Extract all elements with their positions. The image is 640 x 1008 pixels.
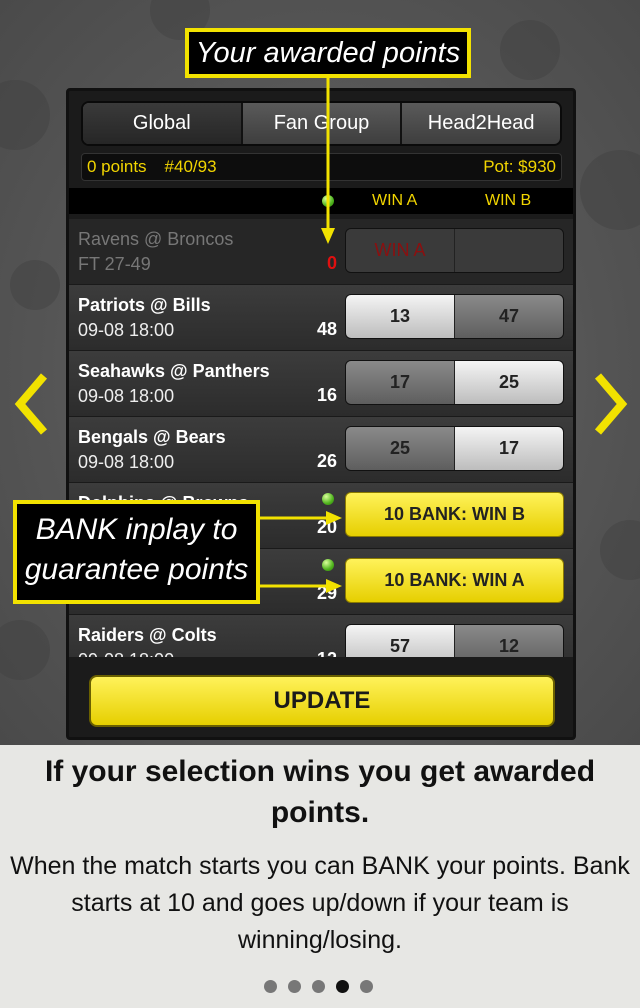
callout-arrows (260, 78, 342, 593)
callout-line: BANK inplay to (35, 513, 238, 546)
caption-body: When the match starts you can BANK your … (10, 852, 630, 954)
callout-awarded-points: Your awarded points (185, 28, 471, 78)
page-dot[interactable] (312, 980, 325, 993)
caption-title: If your selection wins you get awarded p… (44, 755, 596, 829)
callout-line: guarantee points (24, 553, 249, 586)
page-dot[interactable] (264, 980, 277, 993)
caption-panel: If your selection wins you get awarded p… (0, 745, 640, 1008)
page-dot[interactable] (288, 980, 301, 993)
page-dot-active[interactable] (336, 980, 349, 993)
callout-bank-inplay: BANK inplay to guarantee points (13, 500, 260, 604)
page-dot[interactable] (360, 980, 373, 993)
page-indicator (264, 980, 373, 993)
